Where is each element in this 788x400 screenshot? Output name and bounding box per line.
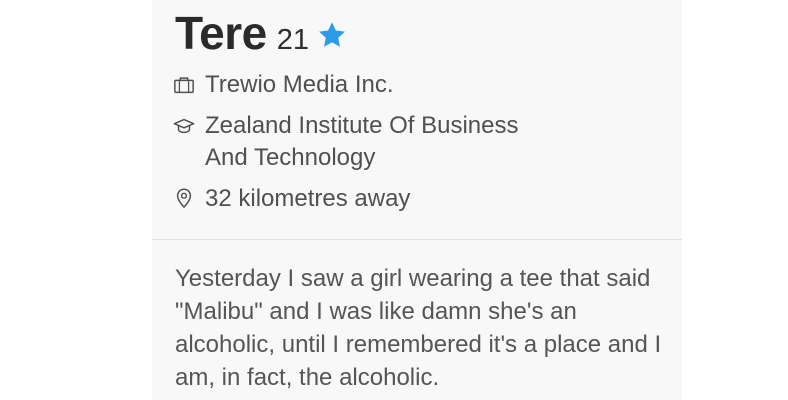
profile-header: Tere 21 bbox=[175, 6, 347, 62]
profile-age: 21 bbox=[276, 24, 310, 56]
profile-bio: Yesterday I saw a girl wearing a tee tha… bbox=[175, 265, 662, 391]
profile-name: Tere bbox=[175, 7, 267, 59]
graduation-cap-icon bbox=[173, 118, 195, 134]
distance-text: 32 kilometres away bbox=[205, 185, 411, 212]
school-line-1: Zealand Institute Of Business bbox=[205, 112, 519, 139]
job-text: Trewio Media Inc. bbox=[205, 71, 394, 98]
school-text: Zealand Institute Of Business And Techno… bbox=[205, 110, 519, 174]
location-pin-icon bbox=[176, 188, 192, 209]
job-row: Trewio Media Inc. bbox=[173, 69, 394, 101]
school-row: Zealand Institute Of Business And Techno… bbox=[173, 110, 519, 174]
school-line-2: And Technology bbox=[205, 144, 376, 171]
section-divider bbox=[152, 239, 682, 240]
distance-row: 32 kilometres away bbox=[173, 183, 410, 215]
briefcase-icon bbox=[174, 77, 194, 94]
star-icon bbox=[319, 22, 345, 47]
